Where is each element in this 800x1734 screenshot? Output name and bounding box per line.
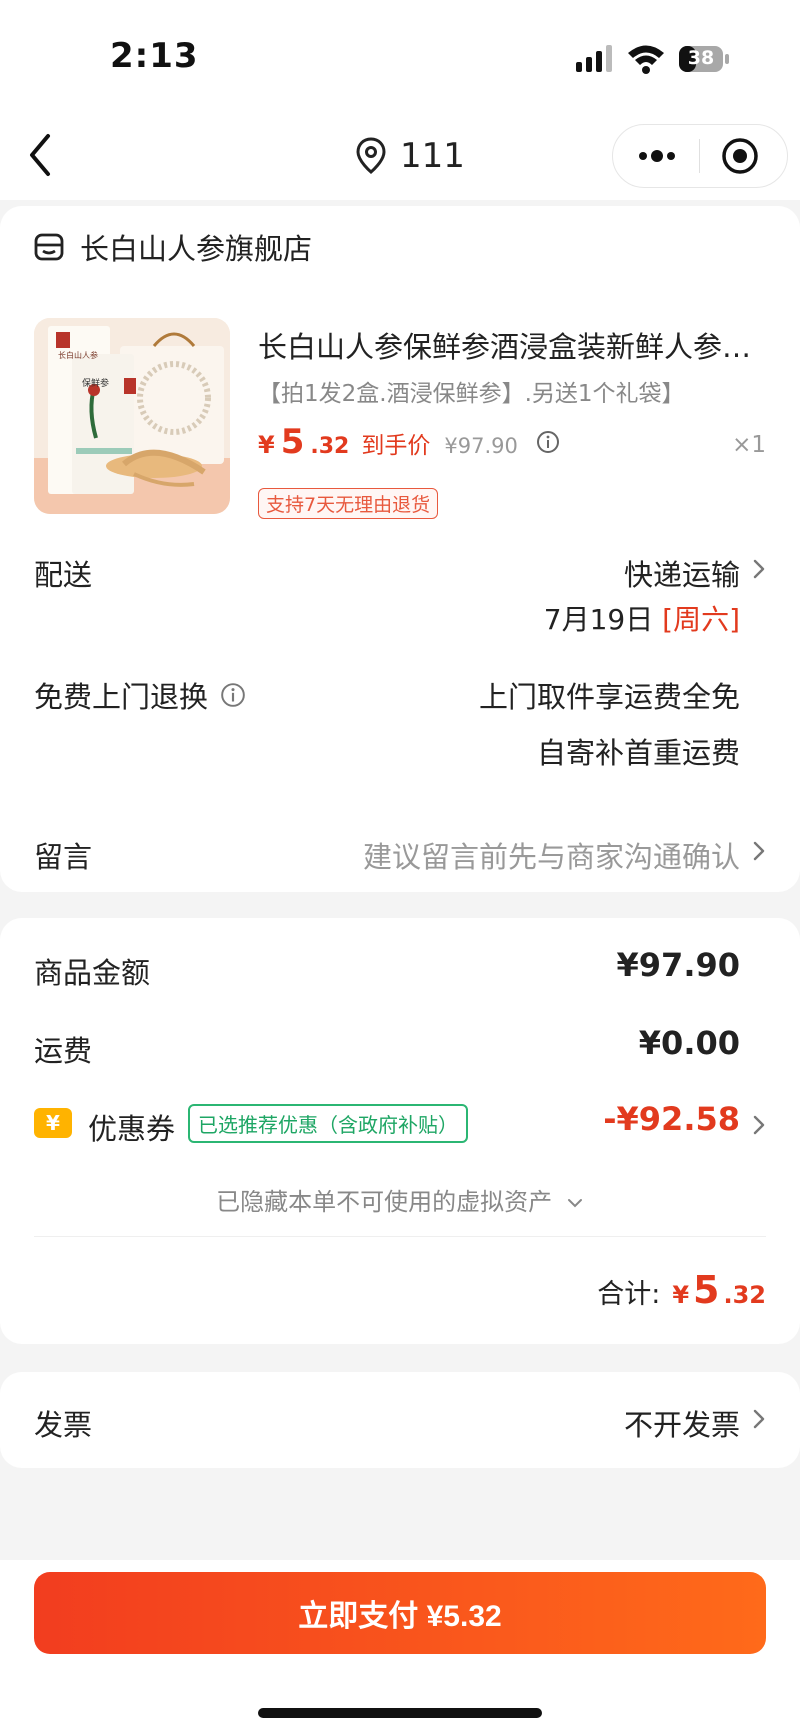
battery-level: 38 (687, 47, 715, 69)
home-indicator (258, 1708, 542, 1718)
invoice-value[interactable]: 不开发票 (624, 1402, 740, 1444)
goods-amount-value: ¥97.90 (616, 946, 740, 984)
close-target-icon[interactable] (721, 137, 759, 175)
total-decimal: .32 (723, 1281, 766, 1309)
package-name: 保鲜参 (82, 379, 110, 389)
final-price-label: 到手价 (361, 433, 431, 459)
coupon-label: 优惠券 (88, 1112, 176, 1146)
delivery-date: 7月19日 [周六] (544, 598, 740, 638)
location-pin-icon (356, 137, 386, 174)
total-currency: ¥ (672, 1281, 690, 1309)
price-decimal: .32 (310, 434, 350, 459)
message-label: 留言 (34, 840, 93, 874)
product-price: ¥ 5 .32 到手价 ¥97.90 (258, 422, 560, 462)
order-card: 长白山人参旗舰店 长白山人参 保鲜参 长白山人参保鲜参酒浸盒装新鲜人参… 【拍1… (0, 206, 800, 892)
delivery-label: 配送 (34, 558, 93, 592)
invoice-label: 发票 (34, 1408, 93, 1442)
cellular-signal-icon (576, 45, 612, 72)
order-total: 合计: ¥ 5 .32 (597, 1268, 766, 1312)
product-sku[interactable]: 【拍1发2盒.酒浸保鲜参】.另送1个礼袋】 (258, 374, 685, 408)
coupon-discount-value[interactable]: -¥92.58 (603, 1100, 740, 1138)
capsule-divider (699, 139, 700, 173)
message-hint[interactable]: 建议留言前先与商家沟通确认 (363, 834, 740, 876)
battery-icon: 38 (678, 44, 730, 74)
mini-program-capsule (612, 124, 788, 188)
price-summary-card: 商品金额 ¥97.90 运费 ¥0.00 ¥ 优惠券 已选推荐优惠（含政府补贴）… (0, 918, 800, 1344)
summary-divider (34, 1236, 766, 1237)
free-return-text: 免费上门退换 (34, 680, 209, 714)
coupon-icon: ¥ (34, 1108, 72, 1138)
hidden-assets-toggle[interactable]: 已隐藏本单不可使用的虚拟资产 (0, 1182, 800, 1217)
shop-name: 长白山人参旗舰店 (80, 232, 313, 266)
message-chevron-icon[interactable] (752, 840, 766, 862)
chevron-down-icon (567, 1199, 582, 1208)
price-info-icon[interactable] (536, 430, 560, 454)
shop-header[interactable]: 长白山人参旗舰店 (34, 226, 312, 268)
delivery-date-day: 7月19日 (543, 603, 654, 636)
price-integer: 5 (280, 422, 305, 462)
total-label: 合计: (597, 1279, 661, 1310)
return-info-icon[interactable] (220, 682, 246, 708)
status-time: 2:13 (110, 36, 199, 76)
total-integer: 5 (693, 1268, 720, 1312)
product-image[interactable]: 长白山人参 保鲜参 (34, 318, 230, 514)
original-price: ¥97.90 (444, 434, 518, 458)
status-bar: 2:13 38 (0, 0, 800, 110)
nav-bar: 111 (0, 110, 800, 200)
package-brand: 长白山人参 (58, 351, 98, 360)
price-currency: ¥ (258, 431, 275, 459)
invoice-chevron-icon[interactable] (752, 1408, 766, 1430)
delivery-method[interactable]: 快递运输 (624, 552, 740, 594)
shipping-fee-value: ¥0.00 (638, 1024, 740, 1062)
pay-now-button[interactable]: 立即支付 ¥5.32 (34, 1572, 766, 1654)
more-dots-icon[interactable] (635, 141, 679, 171)
free-return-label: 免费上门退换 (34, 674, 246, 716)
free-return-line2: 自寄补首重运费 (536, 736, 740, 770)
back-arrow-icon[interactable] (22, 130, 62, 180)
hidden-assets-text: 已隐藏本单不可使用的虚拟资产 (216, 1188, 553, 1216)
bottom-pay-bar: 立即支付 ¥5.32 (0, 1560, 800, 1734)
delivery-weekday: [周六] (662, 603, 740, 636)
refund-policy-badge: 支持7天无理由退货 (258, 488, 439, 519)
invoice-card[interactable]: 发票 不开发票 (0, 1372, 800, 1468)
delivery-chevron-icon[interactable] (752, 558, 766, 580)
location-selector[interactable]: 111 (356, 134, 465, 178)
product-quantity: ×1 (732, 432, 766, 458)
coupon-recommended-tag[interactable]: 已选推荐优惠（含政府补贴） (188, 1104, 468, 1143)
location-text: 111 (400, 136, 465, 176)
product-title[interactable]: 长白山人参保鲜参酒浸盒装新鲜人参… (258, 324, 768, 366)
store-icon (34, 233, 64, 261)
goods-amount-label: 商品金额 (34, 956, 151, 990)
free-return-line1: 上门取件享运费全免 (478, 680, 740, 714)
coupon-chevron-icon[interactable] (752, 1114, 766, 1136)
shipping-fee-label: 运费 (34, 1034, 93, 1068)
wifi-icon (628, 45, 664, 74)
coupon-icon-text: ¥ (46, 1111, 60, 1135)
